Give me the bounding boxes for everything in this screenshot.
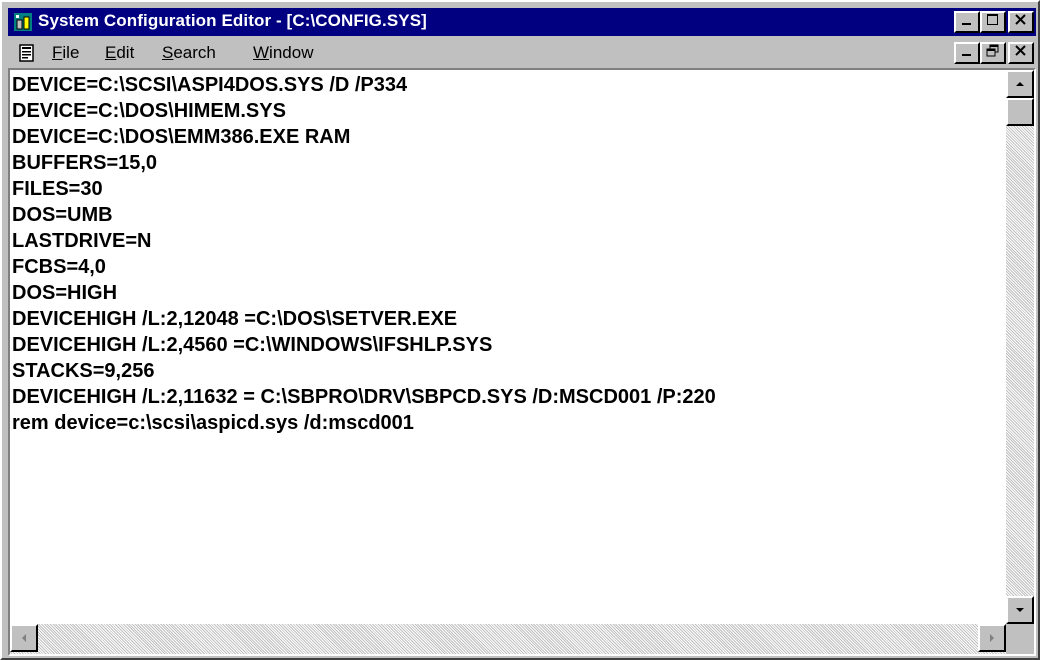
document-icon[interactable] xyxy=(18,44,36,62)
app-window: System Configuration Editor - [C:\CONFIG… xyxy=(0,0,1040,660)
minimize-icon xyxy=(962,54,971,56)
child-close-button[interactable] xyxy=(1008,42,1034,64)
close-button[interactable] xyxy=(1008,11,1034,33)
document-line[interactable]: DEVICEHIGH /L:2,4560 =C:\WINDOWS\IFSHLP.… xyxy=(12,332,1006,358)
document-line[interactable]: rem device=c:\scsi\aspicd.sys /d:mscd001 xyxy=(12,410,1006,436)
arrow-up-icon xyxy=(1016,82,1024,86)
scroll-up-button[interactable] xyxy=(1006,70,1034,98)
document-line[interactable]: DEVICE=C:\DOS\HIMEM.SYS xyxy=(12,98,1006,124)
document-line[interactable]: DEVICEHIGH /L:2,12048 =C:\DOS\SETVER.EXE xyxy=(12,306,1006,332)
scroll-down-button[interactable] xyxy=(1006,596,1034,624)
document-line[interactable]: FILES=30 xyxy=(12,176,1006,202)
close-icon xyxy=(1015,45,1026,56)
child-minimize-button[interactable] xyxy=(954,42,980,64)
close-icon xyxy=(1015,14,1026,25)
document-line[interactable]: STACKS=9,256 xyxy=(12,358,1006,384)
vertical-scrollbar[interactable] xyxy=(1006,70,1034,624)
menu-file[interactable]: File xyxy=(52,43,79,63)
arrow-down-icon xyxy=(1016,608,1024,612)
text-editor[interactable]: DEVICE=C:\SCSI\ASPI4DOS.SYS /D /P334 DEVI… xyxy=(10,70,1006,624)
menu-window[interactable]: Window xyxy=(253,43,313,63)
window-title: System Configuration Editor - [C:\CONFIG… xyxy=(38,11,427,30)
editor-client: DEVICE=C:\SCSI\ASPI4DOS.SYS /D /P334 DEVI… xyxy=(8,68,1036,656)
child-restore-button[interactable] xyxy=(980,42,1006,64)
document-line[interactable]: BUFFERS=15,0 xyxy=(12,150,1006,176)
title-bar[interactable]: System Configuration Editor - [C:\CONFIG… xyxy=(8,8,1036,36)
document-line[interactable]: LASTDRIVE=N xyxy=(12,228,1006,254)
vertical-scroll-thumb[interactable] xyxy=(1006,98,1034,126)
menu-edit[interactable]: Edit xyxy=(105,43,134,63)
document-line[interactable]: DOS=HIGH xyxy=(12,280,1006,306)
maximize-button[interactable] xyxy=(980,11,1006,33)
sysedit-icon xyxy=(14,13,32,31)
document-line[interactable]: DEVICE=C:\SCSI\ASPI4DOS.SYS /D /P334 xyxy=(12,72,1006,98)
menu-search[interactable]: Search xyxy=(162,43,216,63)
size-grip xyxy=(1006,624,1034,654)
arrow-right-icon xyxy=(990,634,994,642)
minimize-icon xyxy=(962,23,971,25)
document-line[interactable]: DEVICE=C:\DOS\EMM386.EXE RAM xyxy=(12,124,1006,150)
document-line[interactable]: FCBS=4,0 xyxy=(12,254,1006,280)
document-line[interactable]: DOS=UMB xyxy=(12,202,1006,228)
scroll-right-button[interactable] xyxy=(978,624,1006,652)
maximize-icon xyxy=(987,14,998,25)
arrow-left-icon xyxy=(22,634,26,642)
horizontal-scrollbar[interactable] xyxy=(10,624,1006,654)
scroll-left-button[interactable] xyxy=(10,624,38,652)
menu-bar: File Edit Search Window xyxy=(8,40,1036,66)
restore-icon xyxy=(986,44,999,57)
document-line[interactable]: DEVICEHIGH /L:2,11632 = C:\SBPRO\DRV\SBP… xyxy=(12,384,1006,410)
minimize-button[interactable] xyxy=(954,11,980,33)
